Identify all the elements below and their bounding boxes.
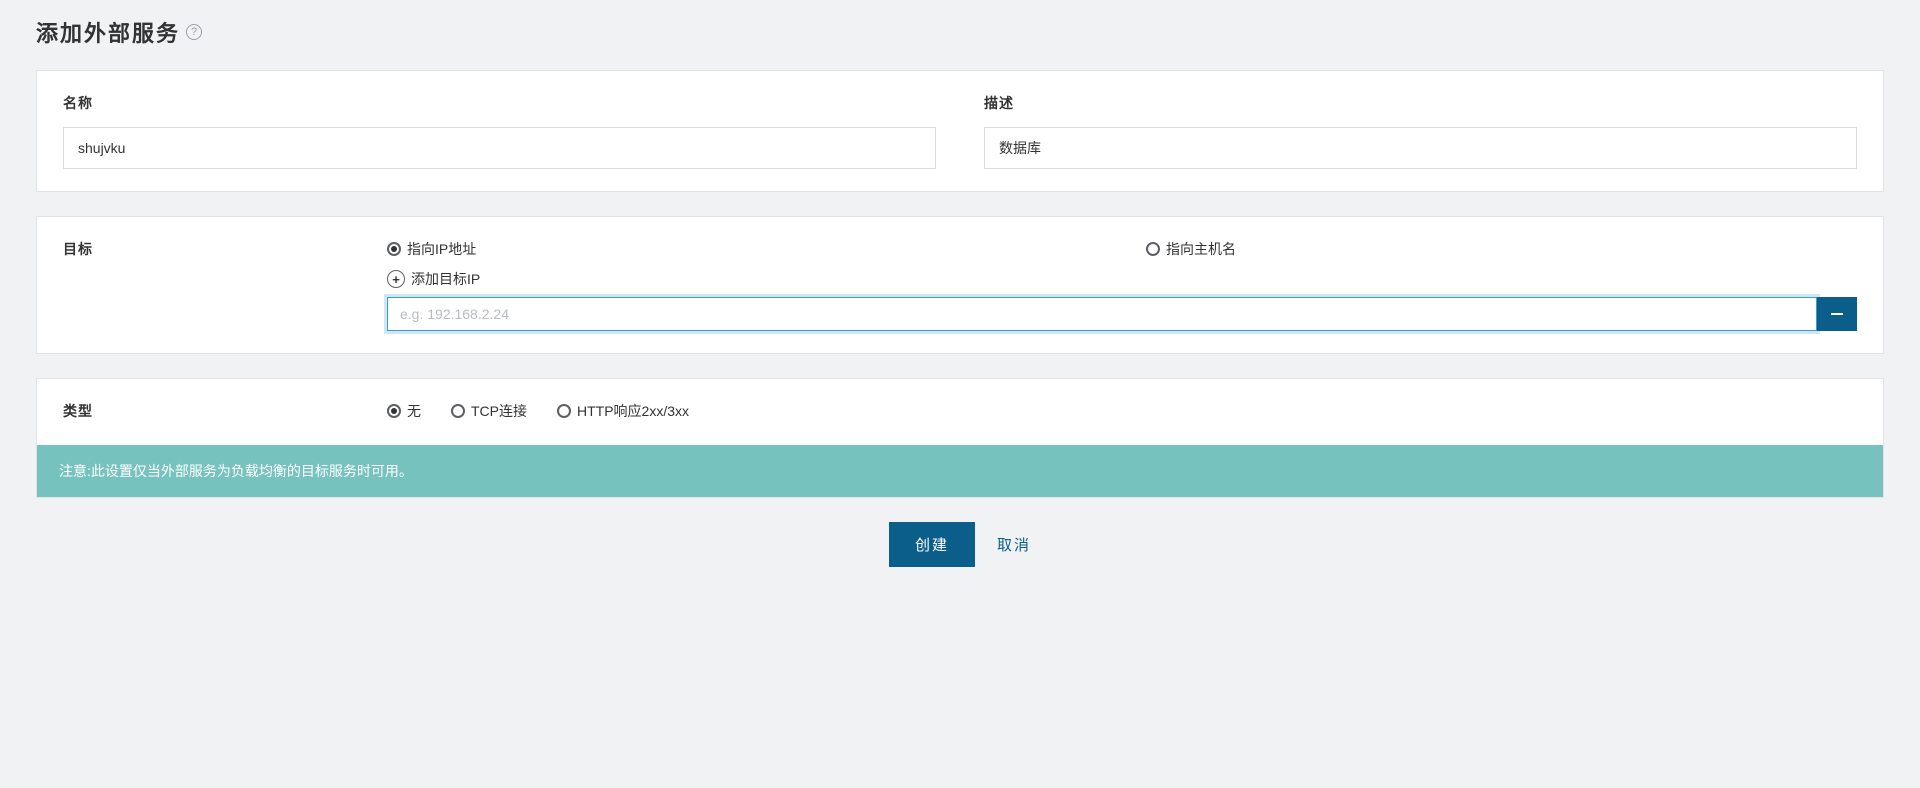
radio-icon [387,242,401,256]
radio-icon [451,404,465,418]
name-label: 名称 [63,93,936,113]
type-section-label: 类型 [63,401,363,421]
page-title: 添加外部服务 [36,16,180,48]
target-section-label: 目标 [63,239,363,259]
radio-target-ip[interactable]: 指向IP地址 [387,239,1098,259]
target-ip-input[interactable] [387,297,1817,331]
description-label: 描述 [984,93,1857,113]
target-panel: 目标 指向IP地址 指向主机名 + 添加目标IP [36,216,1884,354]
add-target-ip-button[interactable]: + 添加目标IP [387,269,480,289]
footer-actions: 创建 取消 [36,522,1884,567]
description-input[interactable] [984,127,1857,169]
radio-type-tcp[interactable]: TCP连接 [451,401,527,421]
radio-type-none[interactable]: 无 [387,401,421,421]
plus-circle-icon: + [387,270,405,288]
type-notice-bar: 注意:此设置仅当外部服务为负载均衡的目标服务时可用。 [37,445,1883,497]
create-button[interactable]: 创建 [889,522,975,567]
radio-type-tcp-label: TCP连接 [471,401,527,421]
add-target-ip-label: 添加目标IP [411,269,480,289]
radio-icon [1146,242,1160,256]
type-panel: 类型 无 TCP连接 HTTP响应2xx/3xx 注意:此设置仅当外部服务为负载… [36,378,1884,498]
radio-type-none-label: 无 [407,401,421,421]
remove-ip-button[interactable] [1817,297,1857,331]
radio-icon [557,404,571,418]
radio-target-ip-label: 指向IP地址 [407,239,476,259]
target-ip-row [387,297,1857,331]
minus-icon [1831,313,1843,315]
radio-target-hostname-label: 指向主机名 [1166,239,1236,259]
radio-icon [387,404,401,418]
radio-target-hostname[interactable]: 指向主机名 [1146,239,1857,259]
basic-info-panel: 名称 描述 [36,70,1884,192]
radio-type-http[interactable]: HTTP响应2xx/3xx [557,401,689,421]
help-icon[interactable]: ? [186,24,202,40]
radio-type-http-label: HTTP响应2xx/3xx [577,401,689,421]
name-input[interactable] [63,127,936,169]
cancel-button[interactable]: 取消 [997,534,1031,555]
